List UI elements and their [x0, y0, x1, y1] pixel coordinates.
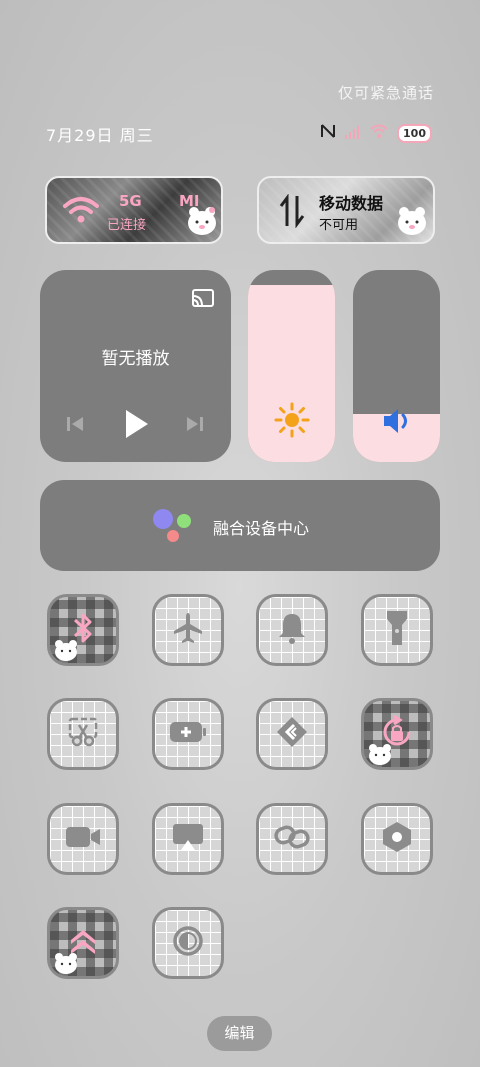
tile-bell[interactable]	[256, 594, 328, 666]
tile-bluetooth[interactable]	[47, 594, 119, 666]
brightness-slider[interactable]	[248, 270, 335, 462]
screen-cast-icon	[171, 822, 205, 856]
bear-sticker-icon	[369, 744, 391, 765]
wifi-label: 5G	[119, 192, 142, 210]
video-camera-icon	[64, 824, 102, 854]
date-text: 7月29日 周三	[46, 126, 154, 145]
fusion-dots-icon	[151, 508, 195, 548]
battery-saver-icon	[168, 720, 208, 748]
cast-icon[interactable]	[191, 288, 215, 312]
link-icon	[274, 824, 310, 854]
next-track-icon[interactable]	[185, 414, 205, 438]
edit-button[interactable]: 编辑	[207, 1016, 272, 1051]
sun-icon	[274, 402, 310, 442]
tile-screen-record[interactable]	[47, 803, 119, 875]
mobile-data-tile[interactable]: 移动数据 不可用	[257, 176, 435, 244]
tile-rotation-lock[interactable]	[361, 698, 433, 770]
tile-airplane[interactable]	[152, 594, 224, 666]
status-icons: 100	[319, 122, 432, 144]
wifi-status: 已连接	[107, 218, 147, 233]
tile-performance[interactable]	[47, 907, 119, 979]
tile-dark-mode[interactable]	[152, 907, 224, 979]
tile-share[interactable]	[256, 698, 328, 770]
tile-battery-saver[interactable]	[152, 698, 224, 770]
bell-icon	[277, 611, 307, 649]
data-arrows-icon	[279, 193, 305, 232]
flashlight-icon	[385, 609, 409, 651]
tile-flashlight[interactable]	[361, 594, 433, 666]
signal-icon	[345, 124, 361, 143]
play-icon[interactable]	[122, 408, 150, 444]
volume-slider[interactable]	[353, 270, 440, 462]
fusion-label: 融合设备中心	[213, 519, 310, 538]
wifi-status-icon	[369, 123, 389, 143]
share-icon	[275, 715, 309, 753]
emergency-call-text: 仅可紧急通话	[337, 84, 434, 102]
wifi-tile[interactable]: 5G MI 已连接	[45, 176, 223, 244]
airplane-icon	[171, 611, 205, 649]
hexagon-settings-icon	[381, 820, 413, 858]
media-title: 暂无播放	[101, 349, 170, 369]
tile-settings[interactable]	[361, 803, 433, 875]
speaker-icon	[381, 406, 413, 440]
nfc-icon	[319, 122, 337, 144]
fusion-device-center[interactable]: 融合设备中心	[40, 480, 440, 571]
previous-track-icon[interactable]	[65, 414, 85, 438]
bear-sticker-icon	[395, 204, 429, 240]
bear-sticker-icon	[55, 640, 77, 661]
wifi-icon	[63, 196, 99, 228]
battery-indicator: 100	[397, 123, 432, 143]
tile-screenshot[interactable]	[47, 698, 119, 770]
bear-sticker-icon	[185, 204, 219, 240]
scissors-icon	[68, 717, 98, 751]
tile-link[interactable]	[256, 803, 328, 875]
bear-sticker-icon	[55, 953, 77, 974]
mobile-data-label: 移动数据	[319, 194, 384, 213]
media-player-card[interactable]: 暂无播放	[40, 270, 231, 462]
tile-cast[interactable]	[152, 803, 224, 875]
mobile-data-status: 不可用	[319, 218, 359, 233]
contrast-icon	[172, 925, 204, 961]
